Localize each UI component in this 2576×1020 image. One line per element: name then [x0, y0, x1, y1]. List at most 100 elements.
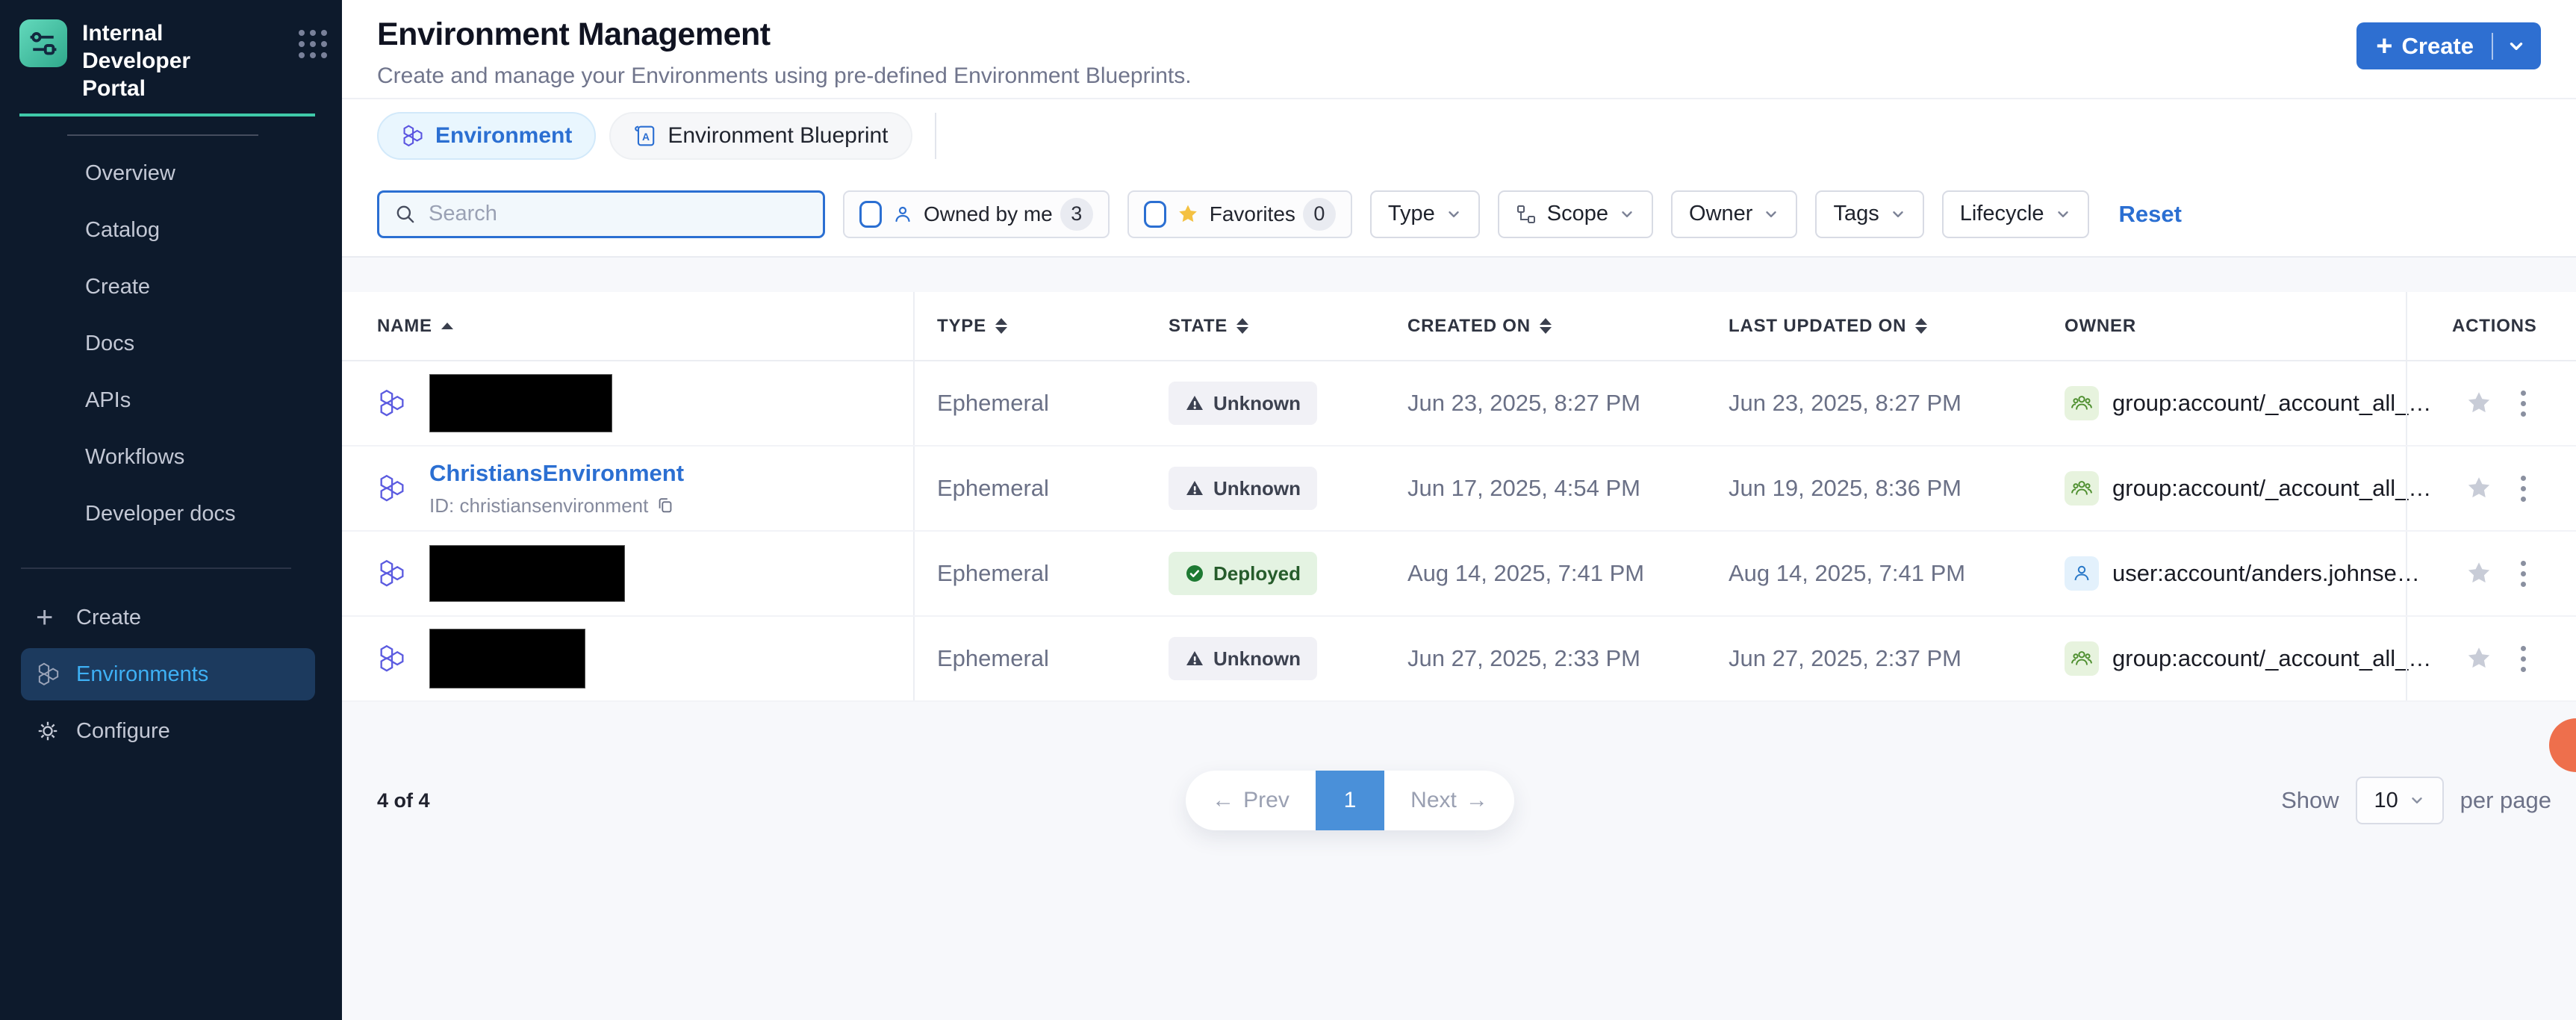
dropdown-label: Type: [1388, 202, 1435, 226]
sidebar-item-overview[interactable]: Overview: [0, 145, 342, 202]
per-page-control: Show 10 per page: [2281, 777, 2551, 824]
search-box: [377, 190, 825, 238]
sidebar-divider-bottom: [21, 567, 291, 569]
favorite-star-icon[interactable]: [2465, 560, 2492, 587]
favorites-checkbox[interactable]: [1144, 201, 1166, 228]
page-subtitle: Create and manage your Environments usin…: [377, 63, 2576, 89]
environment-id: ID: christiansenvironment: [429, 494, 684, 517]
favorites-count-badge: 0: [1303, 198, 1336, 231]
sidebar-item-apis[interactable]: APIs: [0, 372, 342, 429]
brand-title: Internal Developer Portal: [82, 19, 258, 102]
column-header-last-updated-on[interactable]: LAST UPDATED ON: [1706, 316, 2042, 337]
column-header-type[interactable]: TYPE: [913, 292, 1146, 360]
hexagons-icon: [377, 559, 407, 588]
button-divider: [2492, 33, 2493, 60]
dropdown-label: Scope: [1547, 202, 1608, 226]
create-button[interactable]: + Create: [2356, 22, 2541, 69]
favorite-star-icon[interactable]: [2465, 390, 2492, 417]
filter-favorites[interactable]: Favorites 0: [1127, 190, 1352, 238]
scope-icon: [1516, 204, 1537, 225]
prev-page-button[interactable]: ← Prev: [1186, 771, 1316, 830]
column-header-name[interactable]: NAME: [342, 316, 913, 337]
copy-icon[interactable]: [656, 496, 675, 515]
created-on-cell: Aug 14, 2025, 7:41 PM: [1385, 532, 1706, 615]
sidebar-item-workflows[interactable]: Workflows: [0, 429, 342, 485]
group-icon: [2065, 471, 2099, 506]
sidebar-item-label: Create: [76, 606, 141, 630]
dropdown-tags[interactable]: Tags: [1815, 190, 1923, 238]
kebab-menu-icon[interactable]: [2516, 471, 2530, 506]
sidebar-item-developer-docs[interactable]: Developer docs: [0, 485, 342, 542]
chevron-down-icon: [1763, 206, 1779, 223]
user-icon: [2065, 556, 2099, 591]
table-row[interactable]: ChristiansEnvironment ID: christiansenvi…: [342, 447, 2576, 532]
next-page-button[interactable]: Next →: [1384, 771, 1514, 830]
warning-icon: [1185, 649, 1204, 668]
redacted-name: [429, 629, 585, 688]
actions-cell: [2406, 617, 2576, 700]
sidebar-item-configure[interactable]: Configure: [0, 703, 342, 759]
kebab-menu-icon[interactable]: [2516, 386, 2530, 421]
sidebar-nav: Overview Catalog Create Docs APIs Workfl…: [0, 145, 342, 542]
owner-cell: group:account/_account_all_…: [2042, 617, 2406, 700]
column-header-created-on[interactable]: CREATED ON: [1385, 316, 1706, 337]
page-number-button[interactable]: 1: [1316, 771, 1384, 830]
reset-filters-link[interactable]: Reset: [2119, 201, 2182, 228]
sidebar-item-catalog[interactable]: Catalog: [0, 202, 342, 258]
tab-environment-blueprint[interactable]: A Environment Blueprint: [609, 112, 912, 160]
dropdown-scope[interactable]: Scope: [1498, 190, 1653, 238]
table-row[interactable]: Ephemeral Unknown Jun 27, 2025, 2:33 PM …: [342, 617, 2576, 702]
name-cell: [342, 361, 913, 445]
filter-owned-by-me[interactable]: Owned by me 3: [843, 190, 1110, 238]
gear-icon: [36, 719, 70, 743]
owner-label: group:account/_account_all_…: [2112, 390, 2431, 417]
portal-logo-icon: [19, 19, 67, 67]
brand-accent-rule: [19, 113, 315, 116]
arrow-left-icon: ←: [1212, 788, 1234, 813]
actions-cell: [2406, 532, 2576, 615]
sidebar-item-create-action[interactable]: + Create: [0, 590, 342, 645]
dropdown-label: Lifecycle: [1960, 202, 2044, 226]
dropdown-lifecycle[interactable]: Lifecycle: [1942, 190, 2089, 238]
chevron-down-icon: [2409, 792, 2425, 809]
page-size-select[interactable]: 10: [2356, 777, 2444, 824]
state-cell: Unknown: [1146, 617, 1385, 700]
type-cell: Ephemeral: [913, 447, 1146, 530]
kebab-menu-icon[interactable]: [2516, 641, 2530, 677]
table-header-row: NAME TYPE STATE CREATED ON: [342, 292, 2576, 361]
favorite-star-icon[interactable]: [2465, 475, 2492, 502]
kebab-menu-icon[interactable]: [2516, 556, 2530, 591]
group-icon: [2065, 386, 2099, 420]
sidebar-item-create[interactable]: Create: [0, 258, 342, 315]
hexagons-icon: [36, 662, 70, 687]
column-header-owner: OWNER: [2042, 316, 2406, 337]
sort-icon: [1236, 318, 1248, 334]
sidebar-divider-top: [67, 134, 258, 136]
sidebar-item-environments[interactable]: Environments: [21, 648, 315, 700]
sidebar: Internal Developer Portal Overview Catal…: [0, 0, 342, 1020]
create-button-label: Create: [2402, 33, 2474, 60]
tab-environment[interactable]: Environment: [377, 112, 596, 160]
page-title: Environment Management: [377, 16, 2576, 53]
created-on-cell: Jun 23, 2025, 8:27 PM: [1385, 361, 1706, 445]
owned-by-me-checkbox[interactable]: [859, 201, 882, 228]
dropdown-owner[interactable]: Owner: [1671, 190, 1797, 238]
last-updated-cell: Jun 27, 2025, 2:37 PM: [1706, 617, 2042, 700]
table-row[interactable]: Ephemeral Deployed Aug 14, 2025, 7:41 PM…: [342, 532, 2576, 617]
apps-grid-icon[interactable]: [299, 30, 327, 58]
column-header-state[interactable]: STATE: [1146, 316, 1385, 337]
name-cell: ChristiansEnvironment ID: christiansenvi…: [342, 447, 913, 530]
chevron-down-icon: [2055, 206, 2071, 223]
favorite-star-icon[interactable]: [2465, 645, 2492, 672]
status-badge: Deployed: [1169, 552, 1317, 595]
environment-name-link[interactable]: ChristiansEnvironment: [429, 460, 684, 487]
type-cell: Ephemeral: [913, 532, 1146, 615]
sidebar-item-docs[interactable]: Docs: [0, 315, 342, 372]
chevron-down-icon[interactable]: [2507, 37, 2526, 56]
arrow-right-icon: →: [1466, 788, 1488, 813]
dropdown-type[interactable]: Type: [1370, 190, 1480, 238]
table-row[interactable]: Ephemeral Unknown Jun 23, 2025, 8:27 PM …: [342, 361, 2576, 447]
search-input[interactable]: [429, 202, 802, 226]
type-cell: Ephemeral: [913, 361, 1146, 445]
hexagons-icon: [377, 388, 407, 418]
